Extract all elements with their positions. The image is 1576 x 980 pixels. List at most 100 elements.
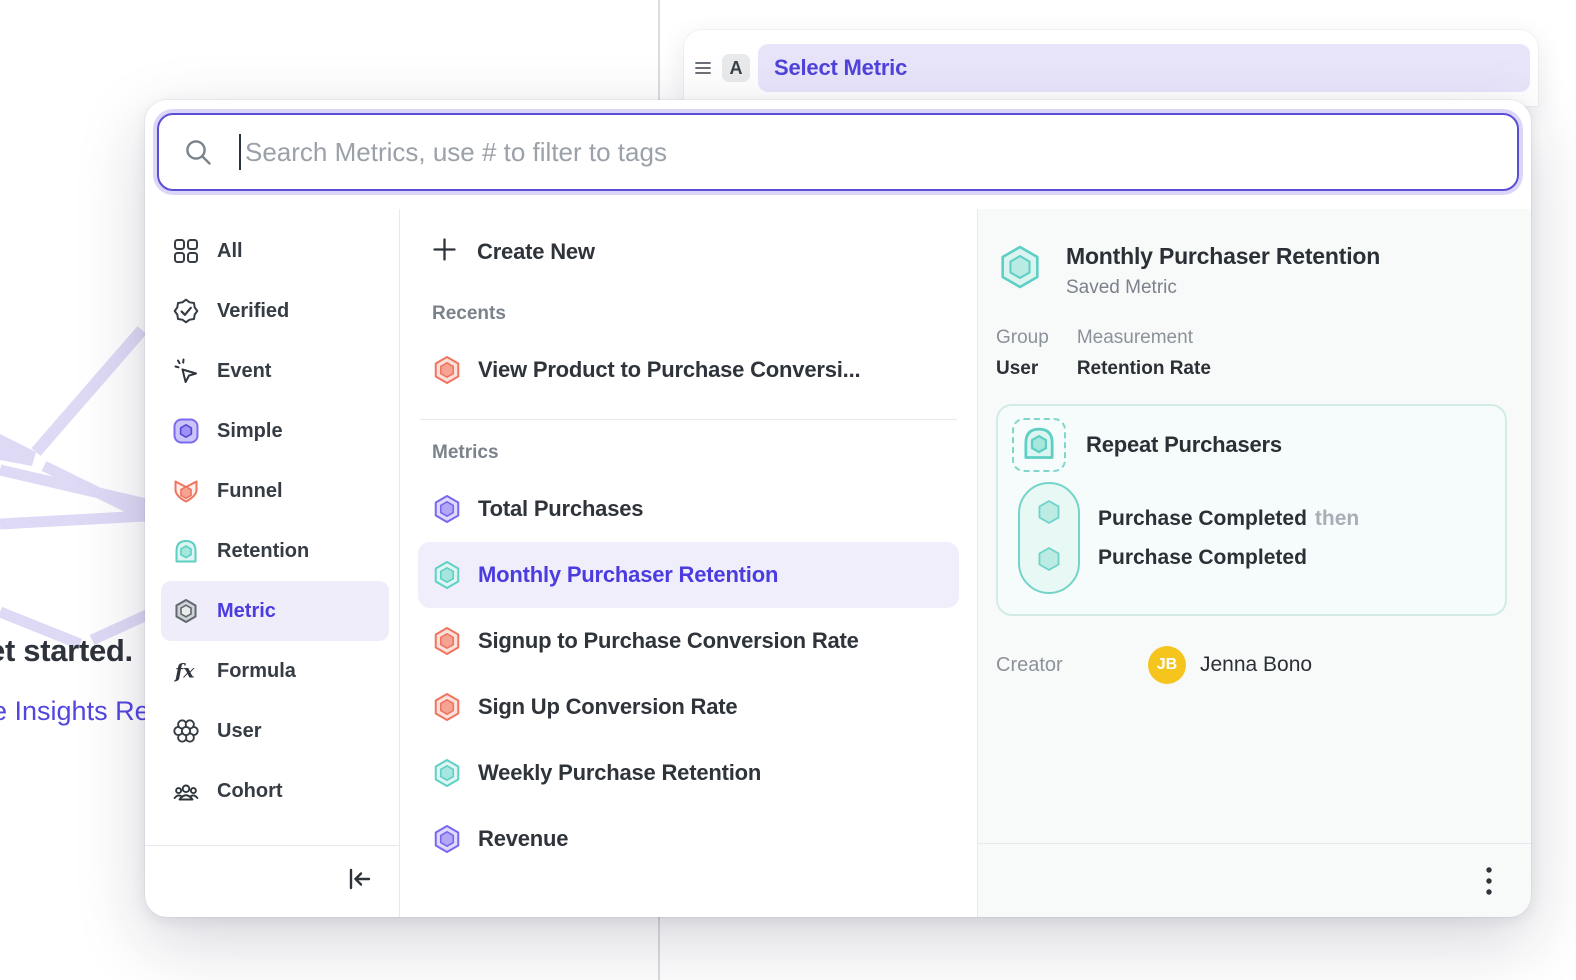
hex-salmon-icon bbox=[432, 626, 462, 656]
user-icon bbox=[173, 718, 199, 744]
metric-list-item-total-purchases[interactable]: Total Purchases bbox=[418, 476, 959, 542]
metric-icon bbox=[173, 598, 199, 624]
metric-list-item-weekly-purchase-retention[interactable]: Weekly Purchase Retention bbox=[418, 740, 959, 806]
sidebar-item-funnel[interactable]: Funnel bbox=[161, 461, 389, 521]
sidebar-item-label: Funnel bbox=[217, 480, 283, 503]
creator-name: Jenna Bono bbox=[1200, 653, 1312, 677]
meta-value: Retention Rate bbox=[1077, 358, 1211, 380]
definition-card: Repeat Purchasers Purchase Completedthen… bbox=[996, 404, 1507, 616]
sidebar-item-cohort[interactable]: Cohort bbox=[161, 761, 389, 821]
select-metric-bar: A Select Metric bbox=[684, 30, 1538, 106]
detail-meta: Group User Measurement Retention Rate bbox=[996, 327, 1507, 380]
detail-footer bbox=[978, 843, 1531, 917]
sidebar-item-label: User bbox=[217, 720, 261, 743]
event-sequence-capsule bbox=[1018, 482, 1080, 594]
metric-sections: Recents View Product to Purchase Conversi… bbox=[418, 303, 959, 872]
sidebar-item-retention[interactable]: Retention bbox=[161, 521, 389, 581]
metric-list-item-signup-to-purchase-conversion-rate[interactable]: Signup to Purchase Conversion Rate bbox=[418, 608, 959, 674]
svg-text:fx: fx bbox=[173, 661, 195, 683]
metric-list-item-sign-up-conversion-rate[interactable]: Sign Up Conversion Rate bbox=[418, 674, 959, 740]
collapse-sidebar-icon[interactable] bbox=[343, 866, 373, 897]
sidebar-item-formula[interactable]: fxFormula bbox=[161, 641, 389, 701]
meta-label: Group bbox=[996, 327, 1049, 349]
page-root: et started. e Insights Re A Select Metri… bbox=[0, 0, 1576, 980]
meta-column-measurement: Measurement Retention Rate bbox=[1077, 327, 1211, 380]
metric-list-item-label: Weekly Purchase Retention bbox=[478, 760, 761, 786]
metric-list-item-view-product-to-purchase-conversi[interactable]: View Product to Purchase Conversi... bbox=[418, 337, 959, 403]
meta-label: Measurement bbox=[1077, 327, 1211, 349]
plus-icon bbox=[432, 237, 457, 268]
step-connector: then bbox=[1315, 507, 1359, 530]
verified-icon bbox=[173, 298, 199, 324]
metric-list-item-label: Revenue bbox=[478, 826, 568, 852]
event-step: Purchase Completed bbox=[1098, 546, 1359, 570]
series-badge: A bbox=[722, 54, 750, 82]
retention-metric-icon bbox=[996, 243, 1044, 296]
event-hexagon-icon bbox=[1034, 497, 1064, 532]
creator-row: Creator JB Jenna Bono bbox=[996, 646, 1507, 684]
hex-salmon-icon bbox=[432, 355, 462, 385]
detail-panel: Monthly Purchaser Retention Saved Metric… bbox=[978, 209, 1531, 917]
dialog-body: All VerifiedEventSimple Funnel Retention Met… bbox=[145, 209, 1531, 917]
metric-picker-dialog: All VerifiedEventSimple Funnel Retention Met… bbox=[145, 100, 1531, 917]
metric-list: Create New Recents View Product to Purcha… bbox=[400, 209, 978, 917]
creator-label: Creator bbox=[996, 654, 1148, 677]
section-label: Recents bbox=[418, 303, 959, 325]
meta-value: User bbox=[996, 358, 1049, 380]
section-label: Metrics bbox=[418, 442, 959, 464]
background-headline-fragment: et started. bbox=[0, 633, 133, 669]
detail-header: Monthly Purchaser Retention Saved Metric bbox=[996, 243, 1507, 299]
search-icon bbox=[183, 137, 213, 167]
hex-purple-icon bbox=[432, 494, 462, 524]
metric-list-item-revenue[interactable]: Revenue bbox=[418, 806, 959, 872]
event-step: Purchase Completedthen bbox=[1098, 507, 1359, 531]
formula-icon: fx bbox=[173, 658, 199, 684]
definition-header: Repeat Purchasers bbox=[1012, 418, 1489, 472]
sidebar-item-label: Cohort bbox=[217, 780, 283, 803]
sidebar-item-label: Retention bbox=[217, 540, 309, 563]
sidebar-item-label: All bbox=[217, 240, 243, 263]
event-steps: Purchase Completedthen Purchase Completed bbox=[1098, 507, 1359, 570]
create-new-button[interactable]: Create New bbox=[418, 223, 959, 281]
grid-icon bbox=[173, 238, 199, 264]
background-link-fragment[interactable]: e Insights Re bbox=[0, 696, 150, 727]
sidebar-item-simple[interactable]: Simple bbox=[161, 401, 389, 461]
create-new-label: Create New bbox=[477, 239, 595, 265]
arch-icon bbox=[1021, 425, 1057, 466]
definition-title: Repeat Purchasers bbox=[1086, 432, 1282, 458]
select-metric-label: Select Metric bbox=[774, 55, 907, 81]
sidebar-item-event[interactable]: Event bbox=[161, 341, 389, 401]
sidebar-item-label: Metric bbox=[217, 600, 276, 623]
sidebar-item-metric[interactable]: Metric bbox=[161, 581, 389, 641]
drag-handle-icon[interactable] bbox=[692, 61, 714, 75]
metric-list-item-label: Signup to Purchase Conversion Rate bbox=[478, 628, 859, 654]
retention-icon bbox=[173, 538, 199, 564]
funnel-icon bbox=[173, 478, 199, 504]
sidebar-item-verified[interactable]: Verified bbox=[161, 281, 389, 341]
hex-teal-icon bbox=[432, 758, 462, 788]
event-icon bbox=[173, 358, 199, 384]
metric-list-item-label: Monthly Purchaser Retention bbox=[478, 562, 778, 588]
sidebar-item-user[interactable]: User bbox=[161, 701, 389, 761]
hex-purple-icon bbox=[432, 824, 462, 854]
filter-sidebar: All VerifiedEventSimple Funnel Retention Met… bbox=[145, 209, 400, 917]
hex-teal-icon bbox=[432, 560, 462, 590]
more-options-icon[interactable] bbox=[1485, 865, 1493, 897]
sidebar-footer bbox=[145, 845, 399, 917]
sidebar-item-all[interactable]: All bbox=[161, 221, 389, 281]
search-input[interactable] bbox=[245, 137, 1493, 168]
simple-icon bbox=[173, 418, 199, 444]
metric-list-item-label: View Product to Purchase Conversi... bbox=[478, 357, 860, 383]
definition-body: Purchase Completedthen Purchase Completed bbox=[1018, 482, 1489, 594]
cohort-icon bbox=[173, 778, 199, 804]
text-caret bbox=[239, 134, 241, 170]
select-metric-button[interactable]: Select Metric bbox=[758, 44, 1530, 92]
metric-list-item-monthly-purchaser-retention[interactable]: Monthly Purchaser Retention bbox=[418, 542, 959, 608]
hex-salmon-icon bbox=[432, 692, 462, 722]
metric-list-item-label: Sign Up Conversion Rate bbox=[478, 694, 737, 720]
detail-title: Monthly Purchaser Retention bbox=[1066, 243, 1380, 270]
event-hexagon-icon bbox=[1034, 544, 1064, 579]
filter-list: All VerifiedEventSimple Funnel Retention Met… bbox=[161, 221, 389, 821]
detail-subtitle: Saved Metric bbox=[1066, 277, 1380, 299]
metric-list-item-label: Total Purchases bbox=[478, 496, 643, 522]
